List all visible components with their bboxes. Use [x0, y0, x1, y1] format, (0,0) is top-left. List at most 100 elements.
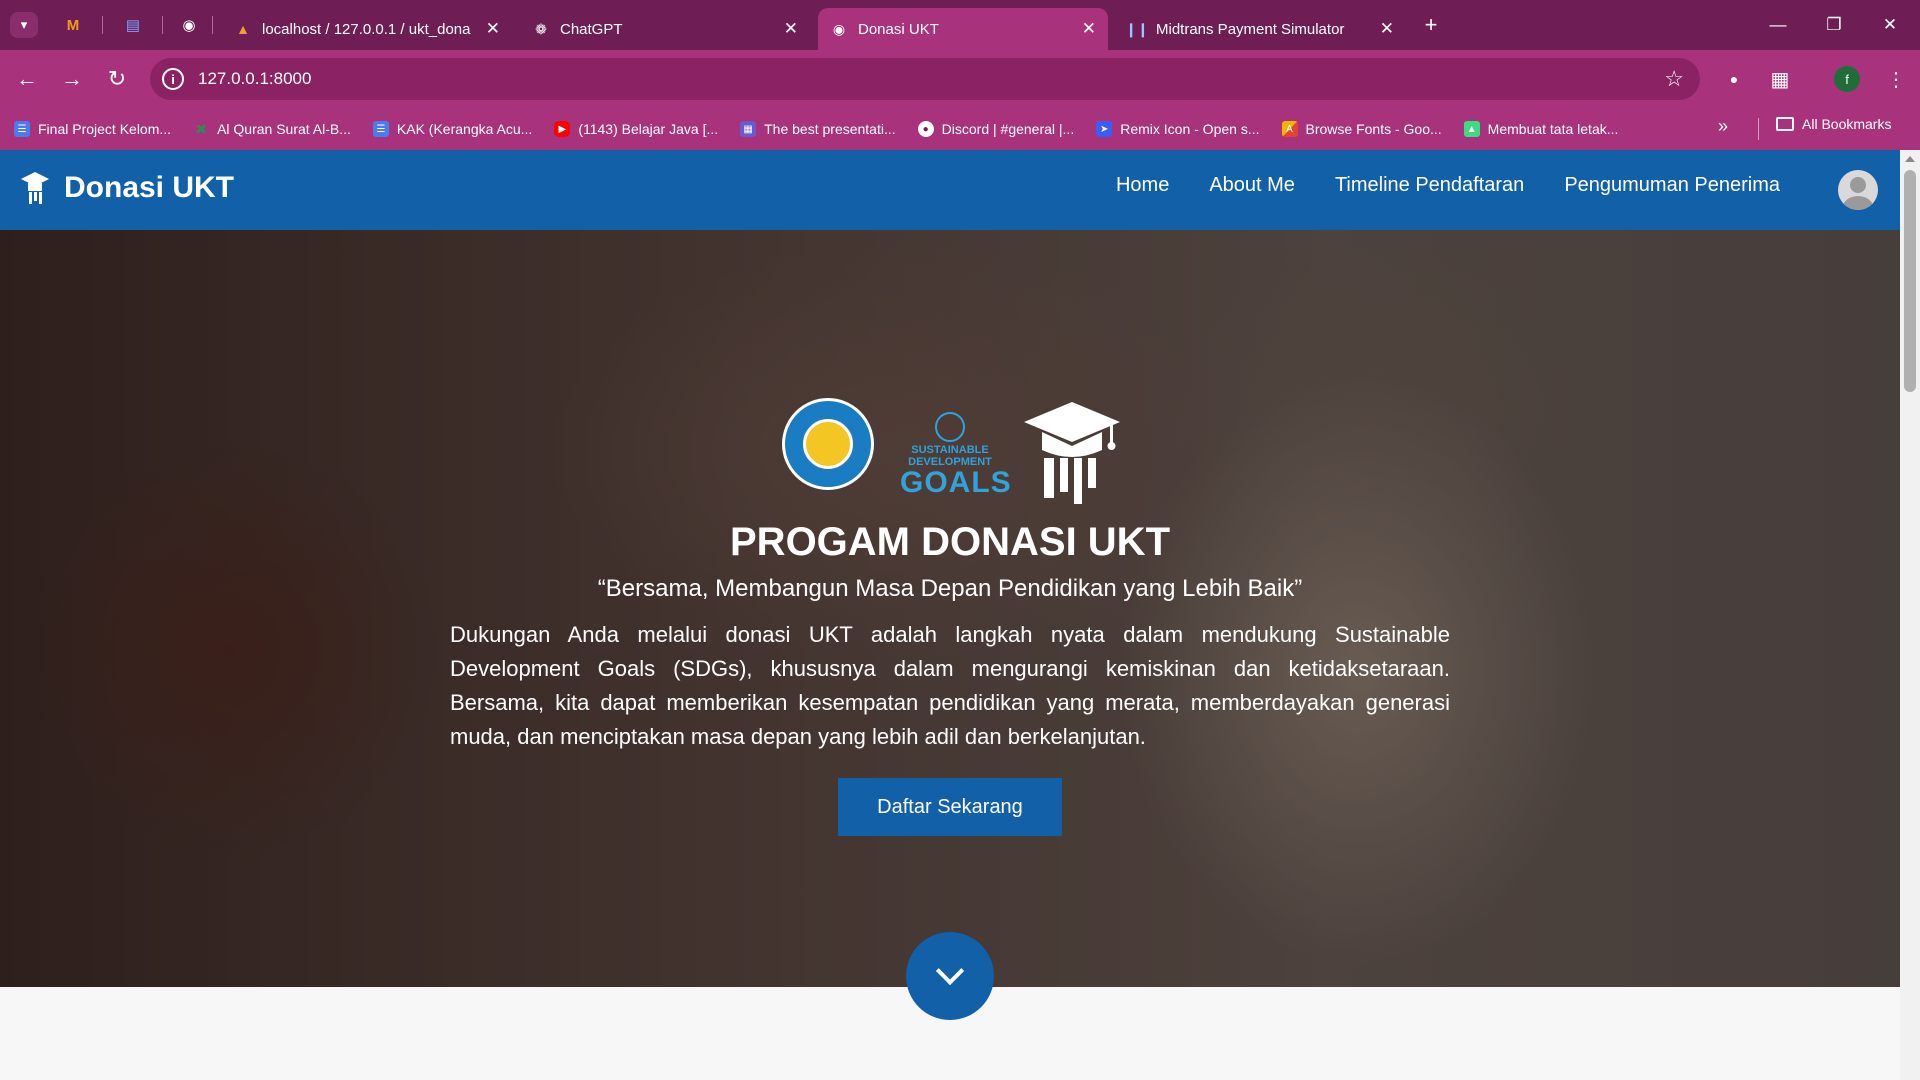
android-icon: ▲: [1463, 121, 1480, 137]
bookmark-item[interactable]: A Browse Fonts - Goo...: [1281, 121, 1442, 137]
tab-search-button[interactable]: ▾: [10, 12, 38, 38]
chevron-down-icon: [935, 956, 965, 986]
more-bookmarks-button[interactable]: »: [1718, 116, 1728, 137]
site-info-icon[interactable]: i: [162, 68, 184, 90]
bookmark-item[interactable]: ✖ Al Quran Surat Al-B...: [193, 120, 351, 138]
puzzle-icon: ▦: [1770, 68, 1790, 91]
close-icon: ✕: [1882, 15, 1898, 34]
user-silhouette-body: [1843, 196, 1873, 210]
restore-button[interactable]: ❐: [1814, 10, 1854, 40]
all-bookmarks-button[interactable]: All Bookmarks: [1776, 116, 1891, 132]
site-brand[interactable]: Donasi UKT: [20, 170, 234, 206]
tab-strip: ▾ M ▤ ◉ ▲ localhost / 127.0.0.1 / ukt_do…: [0, 0, 1920, 50]
address-bar[interactable]: i 127.0.0.1:8000 ☆: [150, 58, 1700, 100]
graduation-cap-icon: [20, 170, 50, 206]
tab-midtrans[interactable]: ❙❙ Midtrans Payment Simulator ✕: [1116, 8, 1406, 50]
tab-phpmyadmin[interactable]: ▲ localhost / 127.0.0.1 / ukt_dona ✕: [222, 8, 512, 50]
plus-icon: +: [1424, 12, 1438, 37]
close-tab-icon[interactable]: ✕: [784, 19, 798, 39]
back-button[interactable]: ←: [10, 62, 44, 96]
docs-icon: ▤: [125, 17, 141, 34]
arrow-right-icon: →: [61, 66, 83, 91]
user-avatar[interactable]: [1838, 170, 1878, 210]
url-text: 127.0.0.1:8000: [198, 69, 312, 88]
bookmark-star-icon[interactable]: ☆: [1664, 66, 1684, 92]
presentation-icon: ▦: [740, 121, 757, 137]
extensions-button[interactable]: ▦: [1764, 63, 1796, 95]
user-silhouette-icon: [1850, 177, 1866, 193]
sdg-logo: SUSTAINABLE DEVELOPMENT GOALS: [900, 412, 1011, 498]
tab-separator: [102, 16, 103, 34]
folder-icon: [1776, 117, 1794, 131]
bookmarks-bar: ☰ Final Project Kelom... ✖ Al Quran Sura…: [0, 108, 1920, 150]
pinned-tab-3[interactable]: ◉: [178, 14, 200, 36]
close-tab-icon[interactable]: ✕: [1380, 19, 1394, 39]
forward-button[interactable]: →: [55, 62, 89, 96]
tut-wuri-handayani-logo: [782, 398, 874, 490]
scrollbar-thumb[interactable]: [1904, 170, 1916, 392]
phpmyadmin-icon: ▲: [236, 21, 250, 37]
docs-icon: ☰: [372, 121, 389, 137]
reload-icon: ↻: [107, 66, 127, 91]
midtrans-icon: ❙❙: [1125, 20, 1149, 37]
youtube-icon: ▶: [554, 121, 571, 137]
google-fonts-icon: A: [1281, 121, 1298, 137]
pinned-tab-2[interactable]: ▤: [122, 14, 144, 36]
bookmark-item[interactable]: ▲ Membuat tata letak...: [1463, 121, 1618, 137]
close-window-button[interactable]: ✕: [1870, 10, 1910, 40]
hero-description: Dukungan Anda melalui donasi UKT adalah …: [450, 622, 1450, 749]
menu-button[interactable]: ⋮: [1880, 63, 1912, 95]
sdg-text-goals: GOALS: [900, 466, 1012, 499]
pinned-tab-1[interactable]: M: [62, 14, 84, 36]
bookmark-item[interactable]: ☰ KAK (Kerangka Acu...: [372, 121, 532, 137]
chatgpt-icon: ❁: [535, 20, 547, 37]
minimize-icon: —: [1769, 15, 1787, 34]
site-nav-menu: Home About Me Timeline Pendaftaran Pengu…: [1076, 174, 1780, 197]
globe-icon: ◉: [832, 20, 846, 37]
puzzle-pin-icon: ●: [1729, 71, 1739, 87]
tab-chatgpt[interactable]: ❁ ChatGPT ✕: [520, 8, 810, 50]
docs-icon: ☰: [14, 121, 30, 137]
site-navbar: Donasi UKT Home About Me Timeline Pendaf…: [0, 150, 1900, 230]
tab-separator: [212, 16, 213, 34]
nav-home[interactable]: Home: [1116, 174, 1169, 197]
close-tab-icon[interactable]: ✕: [1082, 19, 1096, 39]
bookmark-item[interactable]: ➤ Remix Icon - Open s...: [1096, 121, 1260, 137]
graduation-cap-logo: [1022, 398, 1122, 506]
kebab-menu-icon: ⋮: [1886, 68, 1906, 91]
sdg-text-line1: SUSTAINABLE: [911, 444, 989, 456]
browser-window: ▾ M ▤ ◉ ▲ localhost / 127.0.0.1 / ukt_do…: [0, 0, 1920, 1080]
bookmark-item[interactable]: ▦ The best presentati...: [740, 121, 896, 137]
nav-about-me[interactable]: About Me: [1209, 174, 1295, 197]
page-scrollbar[interactable]: [1900, 150, 1920, 1080]
tab-donasi-ukt[interactable]: ◉ Donasi UKT ✕: [818, 8, 1108, 50]
nav-pengumuman-penerima[interactable]: Pengumuman Penerima: [1564, 174, 1780, 197]
minimize-button[interactable]: —: [1758, 10, 1798, 40]
partner-logos: SUSTAINABLE DEVELOPMENT GOALS: [782, 398, 1122, 506]
quran-icon: ✖: [195, 120, 207, 137]
brand-name: Donasi UKT: [64, 171, 235, 204]
close-tab-icon[interactable]: ✕: [486, 19, 500, 39]
restore-icon: ❐: [1826, 15, 1842, 34]
extension-icon[interactable]: ●: [1718, 63, 1750, 95]
browser-toolbar: ← → ↻ i 127.0.0.1:8000 ☆ ● ▦ ⋮: [0, 50, 1920, 108]
tab-separator: [162, 16, 163, 34]
arrow-left-icon: ←: [16, 66, 38, 91]
tut-wuri-emblem: [803, 419, 853, 469]
scroll-down-button[interactable]: [906, 932, 994, 1020]
double-chevron-right-icon: »: [1718, 116, 1729, 136]
bookmark-item[interactable]: ● Discord | #general |...: [917, 121, 1074, 137]
bookmark-item[interactable]: ☰ Final Project Kelom...: [14, 121, 171, 137]
daftar-sekarang-button[interactable]: Daftar Sekarang: [838, 778, 1062, 836]
bookmark-item[interactable]: ▶ (1143) Belajar Java [...: [554, 121, 718, 137]
globe-icon: ◉: [182, 17, 196, 34]
nav-timeline-pendaftaran[interactable]: Timeline Pendaftaran: [1335, 174, 1524, 197]
scroll-up-arrow-icon[interactable]: [1905, 156, 1915, 162]
discord-icon: ●: [917, 121, 934, 137]
new-tab-button[interactable]: +: [1418, 12, 1444, 38]
bookmarks-separator: [1758, 118, 1759, 140]
hero-title: PROGAM DONASI UKT: [730, 520, 1170, 564]
reload-button[interactable]: ↻: [100, 62, 134, 96]
hero-tagline: “Bersama, Membangun Masa Depan Pendidika…: [597, 575, 1303, 602]
profile-avatar[interactable]: f: [1834, 66, 1860, 92]
